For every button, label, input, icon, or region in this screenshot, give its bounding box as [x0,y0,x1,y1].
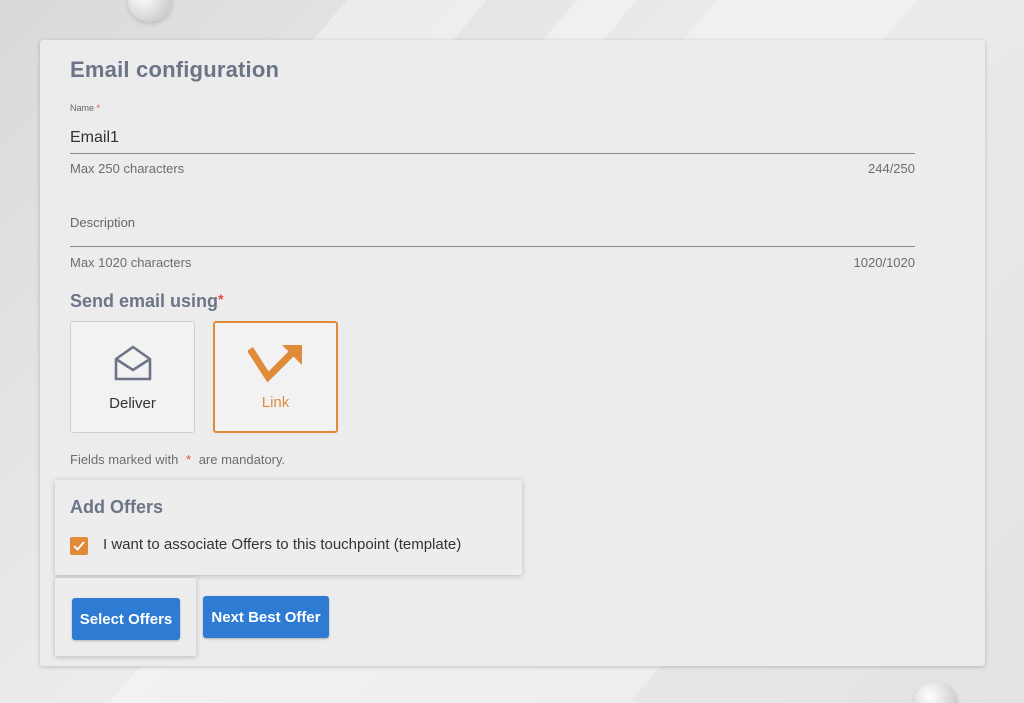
description-input-underline [70,246,915,247]
next-best-offer-button[interactable]: Next Best Offer [203,596,329,638]
envelope-open-icon [113,344,153,387]
name-field-label: Name * [70,103,100,113]
arrow-link-icon [246,345,304,388]
name-input[interactable]: Email1 [70,129,119,147]
mandatory-note: Fields marked with * are mandatory. [70,452,285,467]
description-char-counter: 1020/1020 [853,255,915,270]
link-option-label: Link [261,394,290,411]
name-label-text: Name [70,103,95,113]
description-input[interactable]: Description [70,215,135,230]
send-email-using-heading: Send email using* [70,291,224,312]
associate-offers-label[interactable]: I want to associate Offers to this touch… [103,536,461,553]
name-char-counter: 244/250 [868,161,915,176]
link-option[interactable]: Link [213,321,338,433]
required-mark: * [186,452,192,467]
send-heading-text: Send email using [70,291,219,311]
add-offers-panel: Add Offers I want to associate Offers to… [55,480,522,575]
required-mark: * [218,291,224,307]
select-offers-highlight: Select Offers [55,578,196,656]
email-configuration-card: Email configuration Name * Email1 Max 25… [40,40,985,666]
mandatory-prefix: Fields marked with [70,452,179,467]
required-mark: * [96,103,101,113]
mandatory-suffix: are mandatory. [198,452,286,467]
add-offers-heading: Add Offers [70,497,164,517]
associate-offers-checkbox[interactable] [70,537,88,555]
deliver-option[interactable]: Deliver [70,321,195,433]
select-offers-button[interactable]: Select Offers [72,598,180,640]
description-hint: Max 1020 characters [70,255,192,270]
page-title: Email configuration [70,57,280,82]
name-input-underline [70,153,915,154]
name-hint: Max 250 characters [70,161,185,176]
deliver-option-label: Deliver [109,395,156,412]
checkmark-icon [73,541,85,551]
